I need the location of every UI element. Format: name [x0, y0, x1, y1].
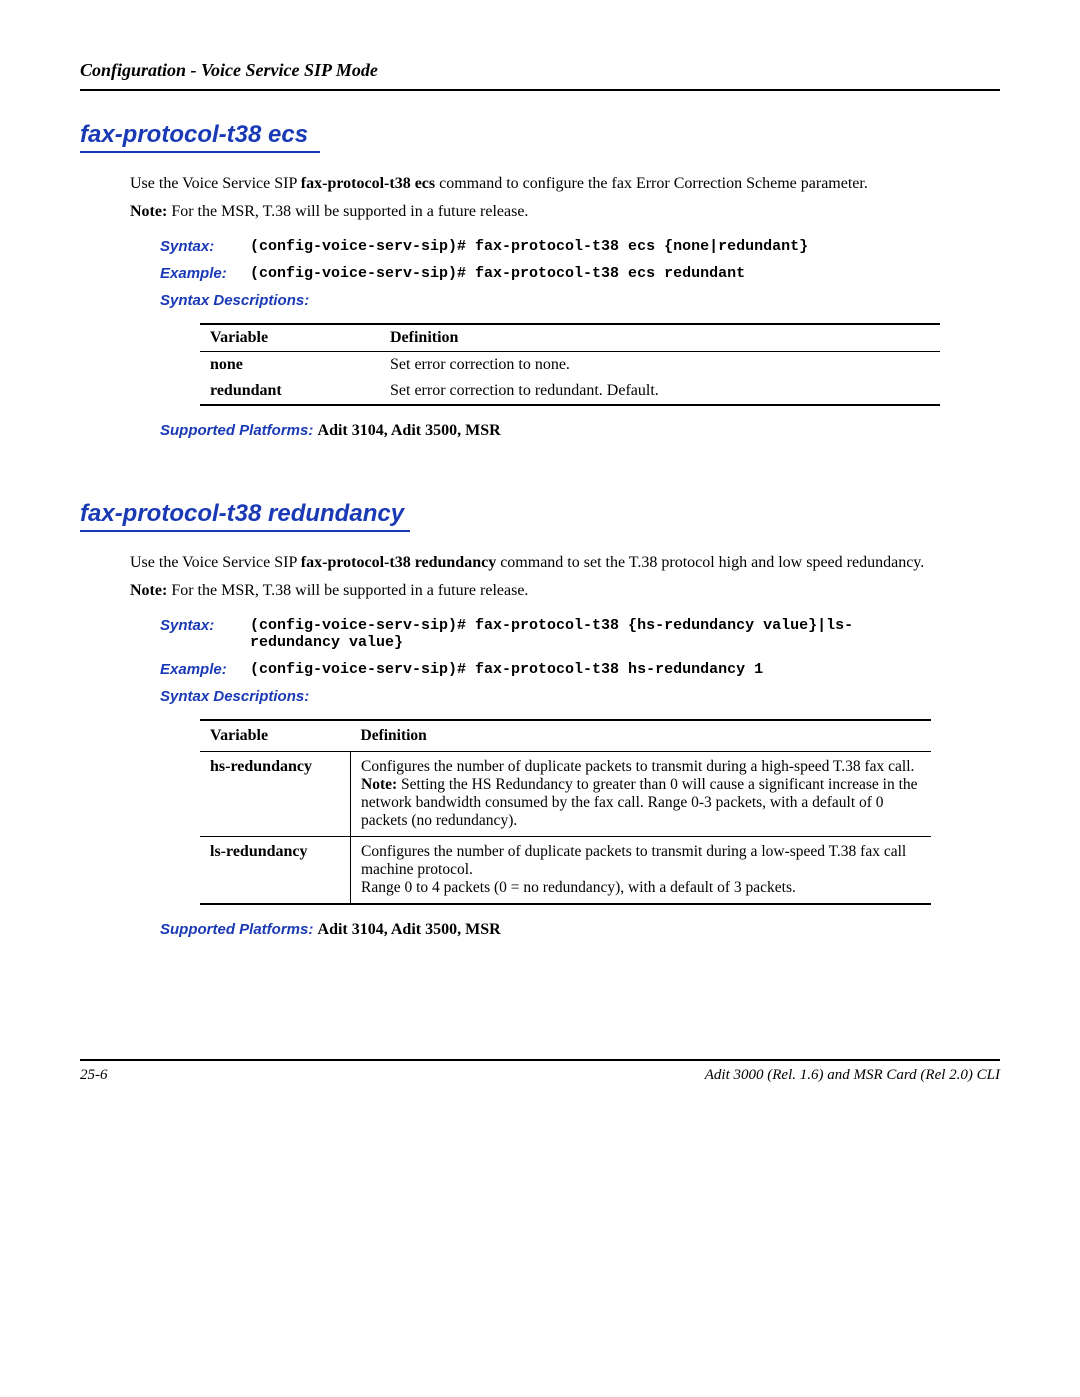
- section1-note: Note: For the MSR, T.38 will be supporte…: [130, 201, 1000, 223]
- def-cell: Configures the number of duplicate packe…: [351, 836, 932, 904]
- supported-text: Adit 3104, Adit 3500, MSR: [318, 921, 501, 938]
- page-header-title: Configuration - Voice Service SIP Mode: [80, 60, 1000, 81]
- var-cell: ls-redundancy: [200, 836, 351, 904]
- section1-note-label: Note:: [130, 203, 167, 220]
- def-cell: Set error correction to none.: [380, 351, 940, 378]
- section1-syntax-desc: Syntax Descriptions:: [160, 292, 1000, 309]
- supported-label: Supported Platforms:: [160, 921, 318, 938]
- footer-rule: [80, 1059, 1000, 1061]
- section1-intro: Use the Voice Service SIP fax-protocol-t…: [130, 173, 1000, 195]
- section2-example-row: Example: (config-voice-serv-sip)# fax-pr…: [160, 661, 1000, 678]
- section2-note: Note: For the MSR, T.38 will be supporte…: [130, 580, 1000, 602]
- def-pre: Configures the number of duplicate packe…: [361, 758, 914, 775]
- section1-underline: [80, 151, 320, 153]
- section2-title: fax-protocol-t38 redundancy: [80, 500, 1000, 528]
- section1-intro-cmd: fax-protocol-t38 ecs: [301, 175, 435, 192]
- def-bold: Note:: [361, 776, 397, 793]
- var-cell: none: [200, 351, 380, 378]
- table-head-var: Variable: [200, 720, 351, 752]
- section2-supported: Supported Platforms: Adit 3104, Adit 350…: [160, 921, 1000, 939]
- table-row: none Set error correction to none.: [200, 351, 940, 378]
- table-row: ls-redundancy Configures the number of d…: [200, 836, 931, 904]
- section2-intro-cmd: fax-protocol-t38 redundancy: [301, 554, 496, 571]
- section2-note-label: Note:: [130, 582, 167, 599]
- section2-note-text: For the MSR, T.38 will be supported in a…: [167, 582, 528, 599]
- table-row: redundant Set error correction to redund…: [200, 378, 940, 405]
- example-text: (config-voice-serv-sip)# fax-protocol-t3…: [250, 265, 745, 282]
- footer: 25-6 Adit 3000 (Rel. 1.6) and MSR Card (…: [80, 1067, 1000, 1084]
- syntax-text: (config-voice-serv-sip)# fax-protocol-t3…: [250, 238, 808, 255]
- var-cell: redundant: [200, 378, 380, 405]
- section1-title: fax-protocol-t38 ecs: [80, 121, 1000, 149]
- syntax-label: Syntax:: [160, 617, 250, 634]
- supported-text: Adit 3104, Adit 3500, MSR: [318, 422, 501, 439]
- section2-intro: Use the Voice Service SIP fax-protocol-t…: [130, 552, 1000, 574]
- table-row: hs-redundancy Configures the number of d…: [200, 751, 931, 836]
- section1-intro-pre: Use the Voice Service SIP: [130, 175, 301, 192]
- def-post: Setting the HS Redundancy to greater tha…: [361, 776, 918, 829]
- section1-note-text: For the MSR, T.38 will be supported in a…: [167, 203, 528, 220]
- section2-syntax-row: Syntax: (config-voice-serv-sip)# fax-pro…: [160, 617, 1000, 651]
- header-rule: [80, 89, 1000, 91]
- section2-intro-post: command to set the T.38 protocol high an…: [496, 554, 924, 571]
- var-cell: hs-redundancy: [200, 751, 351, 836]
- section2-syntax-desc: Syntax Descriptions:: [160, 688, 1000, 705]
- section2-intro-pre: Use the Voice Service SIP: [130, 554, 301, 571]
- footer-right: Adit 3000 (Rel. 1.6) and MSR Card (Rel 2…: [705, 1067, 1000, 1084]
- section2-table: Variable Definition hs-redundancy Config…: [200, 719, 931, 905]
- section1-intro-post: command to configure the fax Error Corre…: [435, 175, 868, 192]
- section1-syntax-row: Syntax: (config-voice-serv-sip)# fax-pro…: [160, 238, 1000, 255]
- def-cell: Set error correction to redundant. Defau…: [380, 378, 940, 405]
- footer-left: 25-6: [80, 1067, 108, 1084]
- example-text: (config-voice-serv-sip)# fax-protocol-t3…: [250, 661, 763, 678]
- example-label: Example:: [160, 265, 250, 282]
- section2-underline: [80, 530, 410, 532]
- section1-supported: Supported Platforms: Adit 3104, Adit 350…: [160, 422, 1000, 440]
- def-cell: Configures the number of duplicate packe…: [351, 751, 932, 836]
- table-head-def: Definition: [380, 324, 940, 352]
- example-label: Example:: [160, 661, 250, 678]
- table-head-var: Variable: [200, 324, 380, 352]
- section1-table: Variable Definition none Set error corre…: [200, 323, 940, 406]
- syntax-text: (config-voice-serv-sip)# fax-protocol-t3…: [250, 617, 870, 651]
- syntax-label: Syntax:: [160, 238, 250, 255]
- section1-example-row: Example: (config-voice-serv-sip)# fax-pr…: [160, 265, 1000, 282]
- table-head-def: Definition: [351, 720, 932, 752]
- supported-label: Supported Platforms:: [160, 422, 318, 439]
